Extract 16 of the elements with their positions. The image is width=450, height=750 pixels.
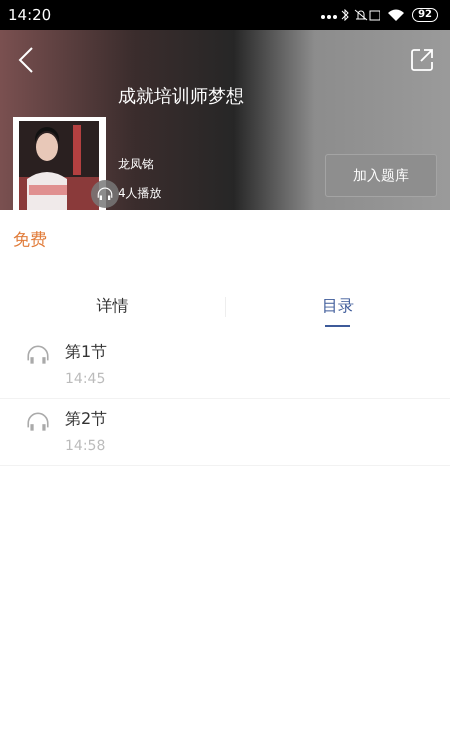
section-duration: 14:58 [65,438,106,454]
battery-icon: 92 [412,8,438,22]
play-count: 4人播放 [118,185,162,202]
section-duration: 14:45 [65,371,106,387]
price-label: 免费 [12,229,48,252]
section-title[interactable]: 第1节 [65,342,108,363]
share-icon[interactable] [410,48,434,72]
course-title: 成就培训师梦想 [118,85,245,108]
author-name: 龙凤铭 [118,156,155,173]
tab[interactable]: 详情 [0,282,224,332]
status-time: 14:20 [8,6,52,24]
back-icon[interactable] [18,47,34,73]
section-title[interactable]: 第2节 [65,409,108,430]
wifi-icon [388,9,404,21]
headphones-icon [96,185,114,203]
tab[interactable]: 目录 [226,282,450,332]
